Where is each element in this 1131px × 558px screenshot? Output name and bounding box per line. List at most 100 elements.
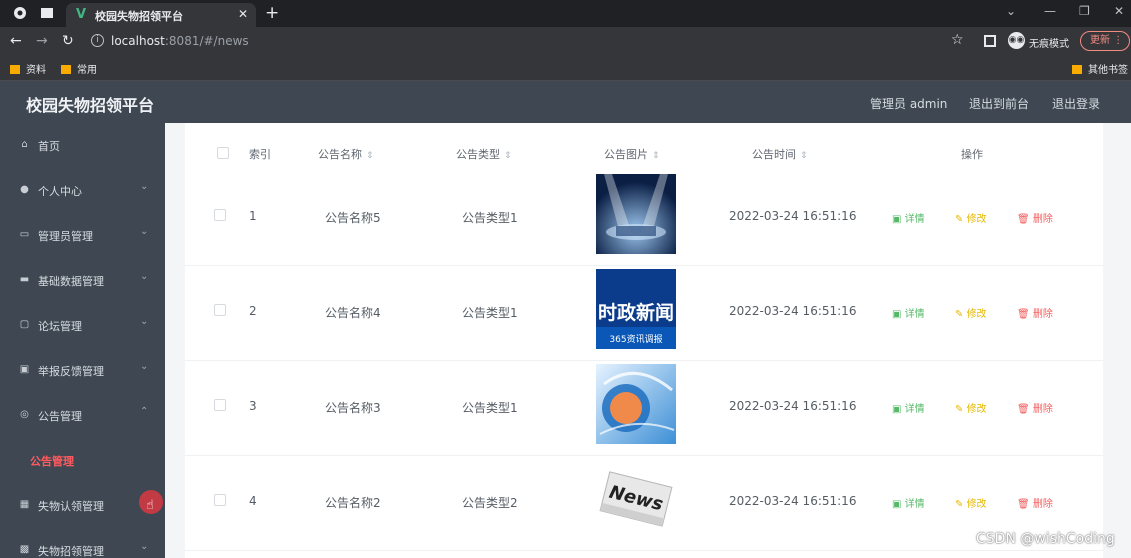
browser-tab[interactable]: V 校园失物招领平台 ✕ xyxy=(66,3,256,27)
edit-button[interactable]: ✎ 修改 xyxy=(955,400,987,415)
cell-time: 2022-03-24 16:51:16 xyxy=(729,209,857,223)
logout-link[interactable]: 退出登录 xyxy=(1052,95,1100,112)
detail-button[interactable]: ▣ 详情 xyxy=(892,495,925,510)
notice-icon: ◎ xyxy=(20,409,29,420)
browser-tab-bar: V 校园失物招领平台 ✕ + ⌄ — ❐ ✕ xyxy=(0,0,1131,27)
sort-icon[interactable]: ⇕ xyxy=(504,151,512,161)
delete-button[interactable]: 🗑 删除 xyxy=(1017,305,1053,320)
cell-name: 公告名称5 xyxy=(325,211,381,225)
row-checkbox[interactable] xyxy=(214,399,226,411)
table-header: 索引 公告名称 ⇕ 公告类型 ⇕ 公告图片 ⇕ 公告时间 ⇕ 操作 xyxy=(185,133,1103,173)
sidebar-item-home[interactable]: ⌂ 首页 xyxy=(0,123,165,168)
row-checkbox[interactable] xyxy=(214,304,226,316)
sidebar-item-label: 公告管理 xyxy=(30,455,74,468)
sidebar-item-personal-center[interactable]: ● 个人中心 ⌄ xyxy=(0,168,165,213)
sidebar: ⌂ 首页 ● 个人中心 ⌄ ▭ 管理员管理 ⌄ ▬ 基础数据管理 ⌄ ▢ 论坛管… xyxy=(0,123,165,558)
column-header-time[interactable]: 公告时间 ⇕ xyxy=(752,146,808,162)
cell-type: 公告类型2 xyxy=(462,496,518,510)
vue-favicon-icon: V xyxy=(76,7,87,22)
chevron-down-icon: ⌄ xyxy=(140,181,149,192)
chevron-down-icon[interactable]: ⌄ xyxy=(1006,4,1016,18)
app-header: 校园失物招领平台 管理员 admin 退出到前台 退出登录 xyxy=(0,81,1131,123)
side-panel-icon[interactable] xyxy=(984,35,996,47)
sidebar-item-report-feedback[interactable]: ▣ 举报反馈管理 ⌄ xyxy=(0,348,165,393)
sidebar-subitem-notice-management[interactable]: 公告管理 xyxy=(0,438,165,483)
sort-icon[interactable]: ⇕ xyxy=(366,151,374,161)
table-row: 1 公告名称5 公告类型1 2022-03-24 16:51:16 ▣ 详情 ✎… xyxy=(185,171,1103,266)
notice-image-globe[interactable] xyxy=(596,364,676,444)
delete-button[interactable]: 🗑 删除 xyxy=(1017,400,1053,415)
tab-search-icon[interactable] xyxy=(40,6,54,20)
bookmark-star-icon[interactable]: ☆ xyxy=(951,32,964,48)
cell-index: 1 xyxy=(249,209,257,223)
update-button[interactable]: 更新 ⋮ xyxy=(1080,31,1130,51)
cell-time: 2022-03-24 16:51:16 xyxy=(729,399,857,413)
other-bookmarks[interactable]: 其他书签 xyxy=(1072,61,1128,76)
sidebar-item-label: 失物招领管理 xyxy=(38,545,104,558)
detail-button[interactable]: ▣ 详情 xyxy=(892,400,925,415)
detail-button[interactable]: ▣ 详情 xyxy=(892,305,925,320)
notice-image-current-affairs[interactable]: 时政新闻 365资讯调报 xyxy=(596,269,676,349)
data-icon: ▬ xyxy=(19,274,30,285)
bookmark-folder-2[interactable]: 常用 xyxy=(61,61,97,76)
cell-time: 2022-03-24 16:51:16 xyxy=(729,304,857,318)
user-icon: ● xyxy=(20,184,29,195)
notice-image-newspaper[interactable]: News xyxy=(596,459,676,539)
detail-button[interactable]: ▣ 详情 xyxy=(892,210,925,225)
home-icon: ⌂ xyxy=(21,139,28,150)
chevron-down-icon: ⌄ xyxy=(140,271,149,282)
row-checkbox[interactable] xyxy=(214,494,226,506)
cell-name: 公告名称3 xyxy=(325,401,381,415)
select-all-checkbox[interactable] xyxy=(217,147,229,159)
column-header-image[interactable]: 公告图片 ⇕ xyxy=(604,146,660,162)
minimize-icon[interactable]: — xyxy=(1044,4,1056,18)
page-title: 校园失物招领平台 xyxy=(26,96,155,115)
delete-button[interactable]: 🗑 删除 xyxy=(1017,210,1053,225)
edit-button[interactable]: ✎ 修改 xyxy=(955,210,987,225)
sidebar-item-label: 失物认领管理 xyxy=(38,500,104,513)
url-field[interactable]: i localhost:8081/#/news xyxy=(85,31,985,52)
sidebar-item-label: 个人中心 xyxy=(38,185,82,198)
sidebar-item-basic-data[interactable]: ▬ 基础数据管理 ⌄ xyxy=(0,258,165,303)
address-bar: ← → ↻ i localhost:8081/#/news ☆ ◉◉ 无痕模式 … xyxy=(0,27,1131,55)
edit-button[interactable]: ✎ 修改 xyxy=(955,495,987,510)
notice-image-stage[interactable] xyxy=(596,174,676,254)
close-window-icon[interactable]: ✕ xyxy=(1114,4,1124,18)
forward-icon[interactable]: → xyxy=(36,33,48,49)
folder-icon xyxy=(1072,65,1082,74)
new-tab-icon[interactable]: + xyxy=(265,3,279,23)
sidebar-item-label: 首页 xyxy=(38,140,60,153)
sort-icon[interactable]: ⇕ xyxy=(652,151,660,161)
sidebar-item-label: 论坛管理 xyxy=(38,320,82,333)
folder-icon xyxy=(61,65,71,74)
report-icon: ▣ xyxy=(19,364,30,375)
row-checkbox[interactable] xyxy=(214,209,226,221)
sidebar-item-lost-found-management[interactable]: ▩ 失物招领管理 ⌄ xyxy=(0,528,165,558)
forum-icon: ▢ xyxy=(19,319,30,330)
chevron-down-icon: ⌄ xyxy=(140,226,149,237)
image-title-text: 时政新闻 xyxy=(598,301,674,324)
edit-button[interactable]: ✎ 修改 xyxy=(955,305,987,320)
folder-icon xyxy=(10,65,20,74)
column-header-type[interactable]: 公告类型 ⇕ xyxy=(456,146,512,162)
sidebar-item-admin-management[interactable]: ▭ 管理员管理 ⌄ xyxy=(0,213,165,258)
browser-menu-icon[interactable] xyxy=(13,6,27,20)
restore-icon[interactable]: ❐ xyxy=(1079,4,1090,18)
sidebar-item-notice-management[interactable]: ◎ 公告管理 ⌃ xyxy=(0,393,165,438)
column-header-name[interactable]: 公告名称 ⇕ xyxy=(318,146,374,162)
to-front-link[interactable]: 退出到前台 xyxy=(969,95,1029,112)
back-icon[interactable]: ← xyxy=(10,33,22,49)
url-text: localhost:8081/#/news xyxy=(111,34,249,48)
delete-button[interactable]: 🗑 删除 xyxy=(1017,495,1053,510)
cell-name: 公告名称2 xyxy=(325,496,381,510)
bookmark-folder-1[interactable]: 资料 xyxy=(10,61,46,76)
sort-icon[interactable]: ⇕ xyxy=(800,151,808,161)
sidebar-item-forum[interactable]: ▢ 论坛管理 ⌄ xyxy=(0,303,165,348)
tab-title: 校园失物招领平台 xyxy=(95,10,183,23)
hand-cursor-icon: ☝ xyxy=(146,498,154,513)
incognito-label: 无痕模式 xyxy=(1029,39,1069,50)
close-tab-icon[interactable]: ✕ xyxy=(238,7,248,21)
site-info-icon[interactable]: i xyxy=(91,34,104,47)
reload-icon[interactable]: ↻ xyxy=(62,33,74,49)
cell-index: 3 xyxy=(249,399,257,413)
